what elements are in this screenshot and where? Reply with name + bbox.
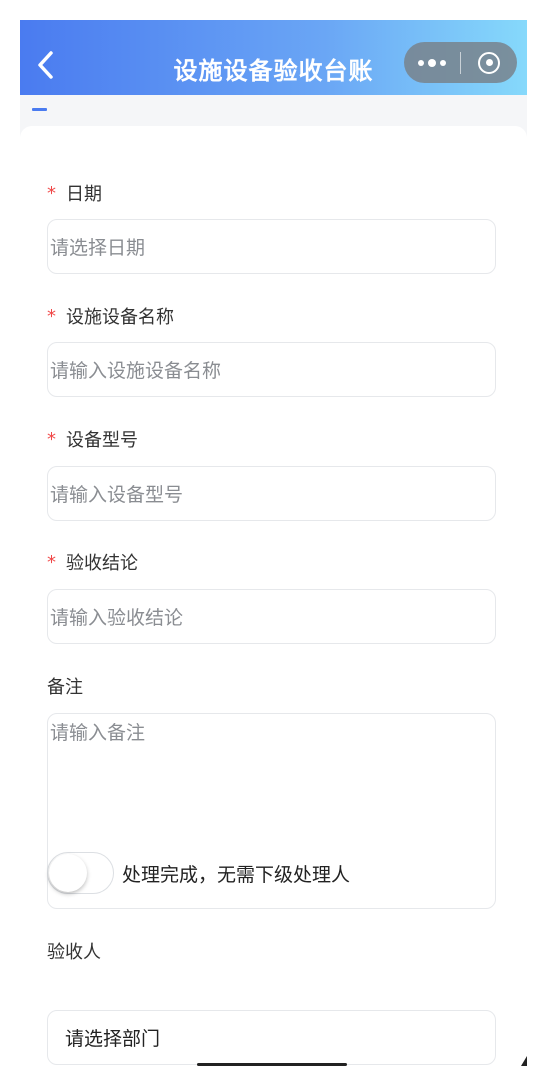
more-dots-icon <box>428 58 436 67</box>
mini-program-capsule <box>404 42 517 83</box>
date-label-text: 日期 <box>66 184 102 205</box>
conclusion-input[interactable]: 请输入验收结论 <box>47 589 496 644</box>
completion-toggle-label: 处理完成，无需下级处理人 <box>122 863 351 886</box>
completion-switch[interactable] <box>47 852 114 894</box>
department-select[interactable]: 请选择部门 <box>47 1010 496 1065</box>
close-button[interactable] <box>461 42 517 83</box>
target-close-icon <box>478 51 500 74</box>
required-mark: * <box>47 305 56 327</box>
model-label-text: 设备型号 <box>66 430 138 451</box>
model-input[interactable]: 请输入设备型号 <box>47 466 496 521</box>
required-mark: * <box>47 551 56 573</box>
model-label: * 设备型号 <box>47 426 138 452</box>
corner-mark <box>521 1056 527 1066</box>
conclusion-label-text: 验收结论 <box>66 553 138 574</box>
switch-knob <box>49 854 87 892</box>
more-dots-icon <box>440 59 446 66</box>
more-dots-icon <box>418 59 424 66</box>
home-indicator <box>197 1063 347 1066</box>
equipment-name-label: * 设施设备名称 <box>47 303 174 329</box>
remarks-label: 备注 <box>47 677 83 698</box>
required-mark: * <box>47 428 56 450</box>
equipment-name-input[interactable]: 请输入设施设备名称 <box>47 342 496 397</box>
date-picker-field[interactable]: 请选择日期 <box>47 219 496 274</box>
conclusion-label: * 验收结论 <box>47 549 138 575</box>
phone-screen: 设施设备验收台账 * 日期 请选择日期 * 设施设备名称 请输入设施设备名称 *… <box>20 20 527 1066</box>
equipment-name-label-text: 设施设备名称 <box>66 307 174 328</box>
date-label: * 日期 <box>47 180 102 206</box>
tab-indicator <box>32 108 47 111</box>
acceptor-label: 验收人 <box>47 942 101 963</box>
more-button[interactable] <box>404 42 460 83</box>
navigation-bar: 设施设备验收台账 <box>20 20 527 95</box>
completion-toggle-row: 处理完成，无需下级处理人 <box>47 852 350 894</box>
required-mark: * <box>47 182 56 204</box>
form-card: * 日期 请选择日期 * 设施设备名称 请输入设施设备名称 * 设备型号 请输入… <box>20 126 527 1066</box>
